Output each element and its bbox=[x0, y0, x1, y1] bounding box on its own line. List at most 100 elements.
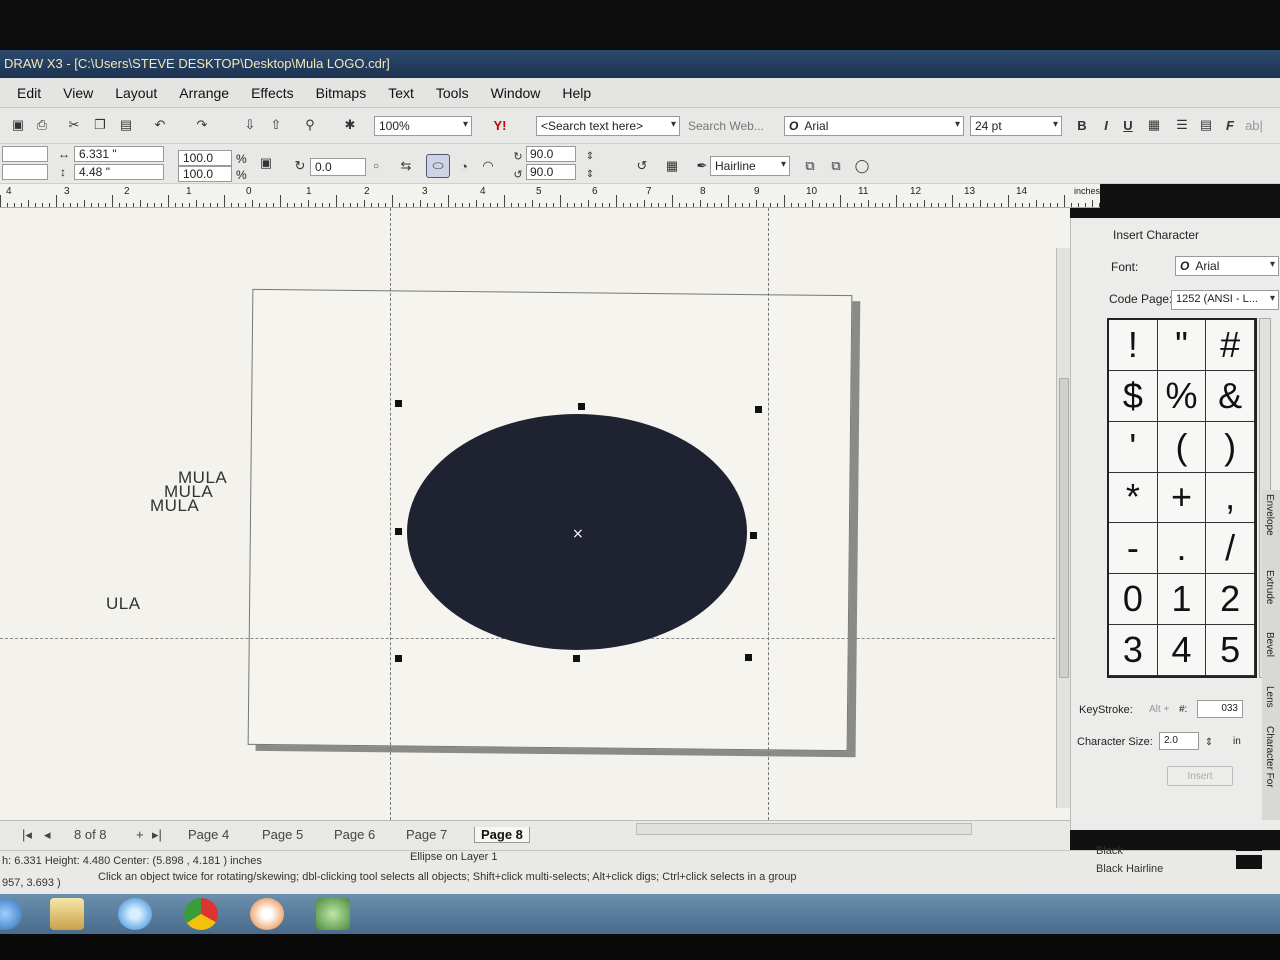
char-cell[interactable]: 3 bbox=[1109, 625, 1158, 676]
tab-page-7[interactable]: Page 7 bbox=[406, 827, 447, 842]
char-cell[interactable]: 2 bbox=[1206, 574, 1255, 626]
import-file-icon[interactable]: ⇩ bbox=[240, 115, 260, 135]
add-page-icon[interactable]: + bbox=[136, 827, 144, 842]
scale-x-input[interactable]: 100.0 bbox=[178, 150, 232, 166]
import-icon[interactable]: ▣ bbox=[8, 115, 28, 135]
object-x-input[interactable] bbox=[2, 146, 48, 162]
cut-icon[interactable]: ✂ bbox=[64, 115, 84, 135]
char-cell[interactable]: 0 bbox=[1109, 574, 1158, 626]
selection-handle[interactable] bbox=[750, 532, 757, 539]
file-explorer-icon[interactable] bbox=[50, 898, 84, 930]
coreldraw-icon[interactable] bbox=[316, 898, 350, 930]
wrap-text-icon[interactable]: ▦ bbox=[662, 156, 682, 176]
char-cell[interactable]: $ bbox=[1109, 370, 1158, 422]
end-angle-input[interactable]: 90.0 bbox=[526, 164, 576, 180]
char-cell[interactable]: / bbox=[1206, 523, 1255, 575]
char-cell[interactable]: + bbox=[1157, 472, 1207, 524]
horizontal-align-icon[interactable]: ▦ bbox=[1144, 115, 1164, 135]
to-front-icon[interactable]: ⧉ bbox=[800, 156, 820, 176]
redo-icon[interactable]: ↷ bbox=[192, 115, 212, 135]
pie-mode-icon[interactable]: ◔ bbox=[454, 156, 474, 176]
charsize-input[interactable]: 2.0 bbox=[1159, 732, 1199, 750]
previous-page-icon[interactable]: ◂ bbox=[44, 827, 51, 843]
menu-effects[interactable]: Effects bbox=[240, 85, 305, 101]
menu-text[interactable]: Text bbox=[377, 85, 425, 101]
font-list-select[interactable]: O Arial bbox=[784, 116, 964, 136]
paste-icon[interactable]: ▤ bbox=[116, 115, 136, 135]
last-page-icon[interactable]: ▸| bbox=[152, 827, 162, 843]
text-object-mula[interactable]: MULA bbox=[150, 496, 199, 516]
fill-swatch[interactable] bbox=[1236, 837, 1262, 851]
to-back-icon[interactable]: ⧉ bbox=[826, 156, 846, 176]
selection-handle[interactable] bbox=[755, 406, 762, 413]
character-formatting-icon[interactable]: F bbox=[1220, 115, 1240, 135]
drawing-workspace[interactable]: × MULA MULA MULA ULA bbox=[0, 208, 1070, 820]
tab-extrude[interactable]: Extrude bbox=[1264, 570, 1275, 604]
object-height-input[interactable]: 4.48 " bbox=[74, 164, 164, 180]
italic-button[interactable]: I bbox=[1096, 115, 1116, 135]
char-cell[interactable]: 5 bbox=[1206, 625, 1255, 676]
vertical-scroll-thumb[interactable] bbox=[1059, 378, 1069, 678]
char-cell[interactable]: & bbox=[1206, 370, 1255, 422]
codepage-select[interactable]: 1252 (ANSI - L... bbox=[1171, 290, 1279, 310]
internet-explorer-icon[interactable] bbox=[118, 898, 152, 930]
keystroke-input[interactable]: 033 bbox=[1197, 700, 1243, 718]
outline-swatch[interactable] bbox=[1236, 855, 1262, 869]
char-cell[interactable]: ) bbox=[1206, 421, 1255, 473]
selection-handle[interactable] bbox=[395, 655, 402, 662]
object-y-input[interactable] bbox=[2, 164, 48, 180]
copy-icon[interactable]: ❐ bbox=[90, 115, 110, 135]
media-player-icon[interactable] bbox=[250, 898, 284, 930]
char-cell[interactable]: # bbox=[1206, 320, 1255, 371]
tab-lens[interactable]: Lens bbox=[1264, 686, 1275, 708]
welcome-screen-icon[interactable]: ✱ bbox=[340, 115, 360, 135]
selection-handle[interactable] bbox=[573, 655, 580, 662]
start-angle-input[interactable]: 90.0 bbox=[526, 146, 576, 162]
rotation-angle-input[interactable]: 0.0 bbox=[310, 158, 366, 176]
edit-text-icon[interactable]: ab| bbox=[1244, 115, 1264, 135]
direction-icon[interactable]: ↺ bbox=[632, 156, 652, 176]
first-page-icon[interactable]: |◂ bbox=[22, 827, 32, 843]
horizontal-ruler[interactable]: 4 3 2 1 0 1 2 3 4 5 6 7 8 9 10 11 12 13 … bbox=[0, 184, 1100, 208]
char-cell[interactable]: ' bbox=[1109, 421, 1158, 473]
start-button-icon[interactable] bbox=[0, 898, 22, 930]
convert-to-curves-icon[interactable]: ◯ bbox=[852, 156, 872, 176]
lock-ratio-icon[interactable]: ▣ bbox=[256, 153, 276, 173]
drop-cap-icon[interactable]: ▤ bbox=[1196, 115, 1216, 135]
char-cell[interactable]: ( bbox=[1157, 421, 1207, 473]
guideline-vertical[interactable] bbox=[390, 208, 391, 820]
menu-help[interactable]: Help bbox=[551, 85, 602, 101]
print-icon[interactable]: ⎙ bbox=[32, 115, 52, 135]
zoom-level-select[interactable]: 100% bbox=[374, 116, 472, 136]
menu-edit[interactable]: Edit bbox=[6, 85, 52, 101]
underline-button[interactable]: U bbox=[1118, 115, 1138, 135]
bold-button[interactable]: B bbox=[1072, 115, 1092, 135]
yahoo-icon[interactable]: Y! bbox=[490, 115, 510, 135]
char-cell[interactable]: , bbox=[1206, 472, 1255, 524]
scale-y-input[interactable]: 100.0 bbox=[178, 166, 232, 182]
menu-tools[interactable]: Tools bbox=[425, 85, 480, 101]
guideline-vertical[interactable] bbox=[768, 208, 769, 820]
menu-bitmaps[interactable]: Bitmaps bbox=[305, 85, 378, 101]
export-file-icon[interactable]: ⇧ bbox=[266, 115, 286, 135]
tab-page-4[interactable]: Page 4 bbox=[188, 827, 229, 842]
menu-arrange[interactable]: Arrange bbox=[168, 85, 240, 101]
char-cell[interactable]: " bbox=[1157, 320, 1207, 371]
char-cell[interactable]: % bbox=[1157, 370, 1207, 422]
horizontal-scrollbar[interactable] bbox=[636, 823, 972, 835]
undo-icon[interactable]: ↶ bbox=[150, 115, 170, 135]
chrome-icon[interactable] bbox=[184, 898, 218, 930]
search-web-button[interactable]: Search Web... bbox=[688, 119, 764, 133]
application-launcher-icon[interactable]: ⚲ bbox=[300, 115, 320, 135]
selection-handle[interactable] bbox=[395, 400, 402, 407]
mirror-icon[interactable]: ⇆ bbox=[396, 156, 416, 176]
search-text-input[interactable]: <Search text here> bbox=[536, 116, 680, 136]
end-angle-spinner[interactable]: ⇕ bbox=[580, 164, 600, 184]
char-cell[interactable]: 4 bbox=[1157, 625, 1207, 676]
char-cell[interactable]: 1 bbox=[1157, 574, 1207, 626]
selection-handle[interactable] bbox=[578, 403, 585, 410]
insert-button[interactable]: Insert bbox=[1167, 766, 1233, 786]
char-cell[interactable]: - bbox=[1109, 523, 1158, 575]
arc-mode-icon[interactable]: ◠ bbox=[478, 156, 498, 176]
tab-page-8-active[interactable]: Page 8 bbox=[474, 827, 530, 843]
